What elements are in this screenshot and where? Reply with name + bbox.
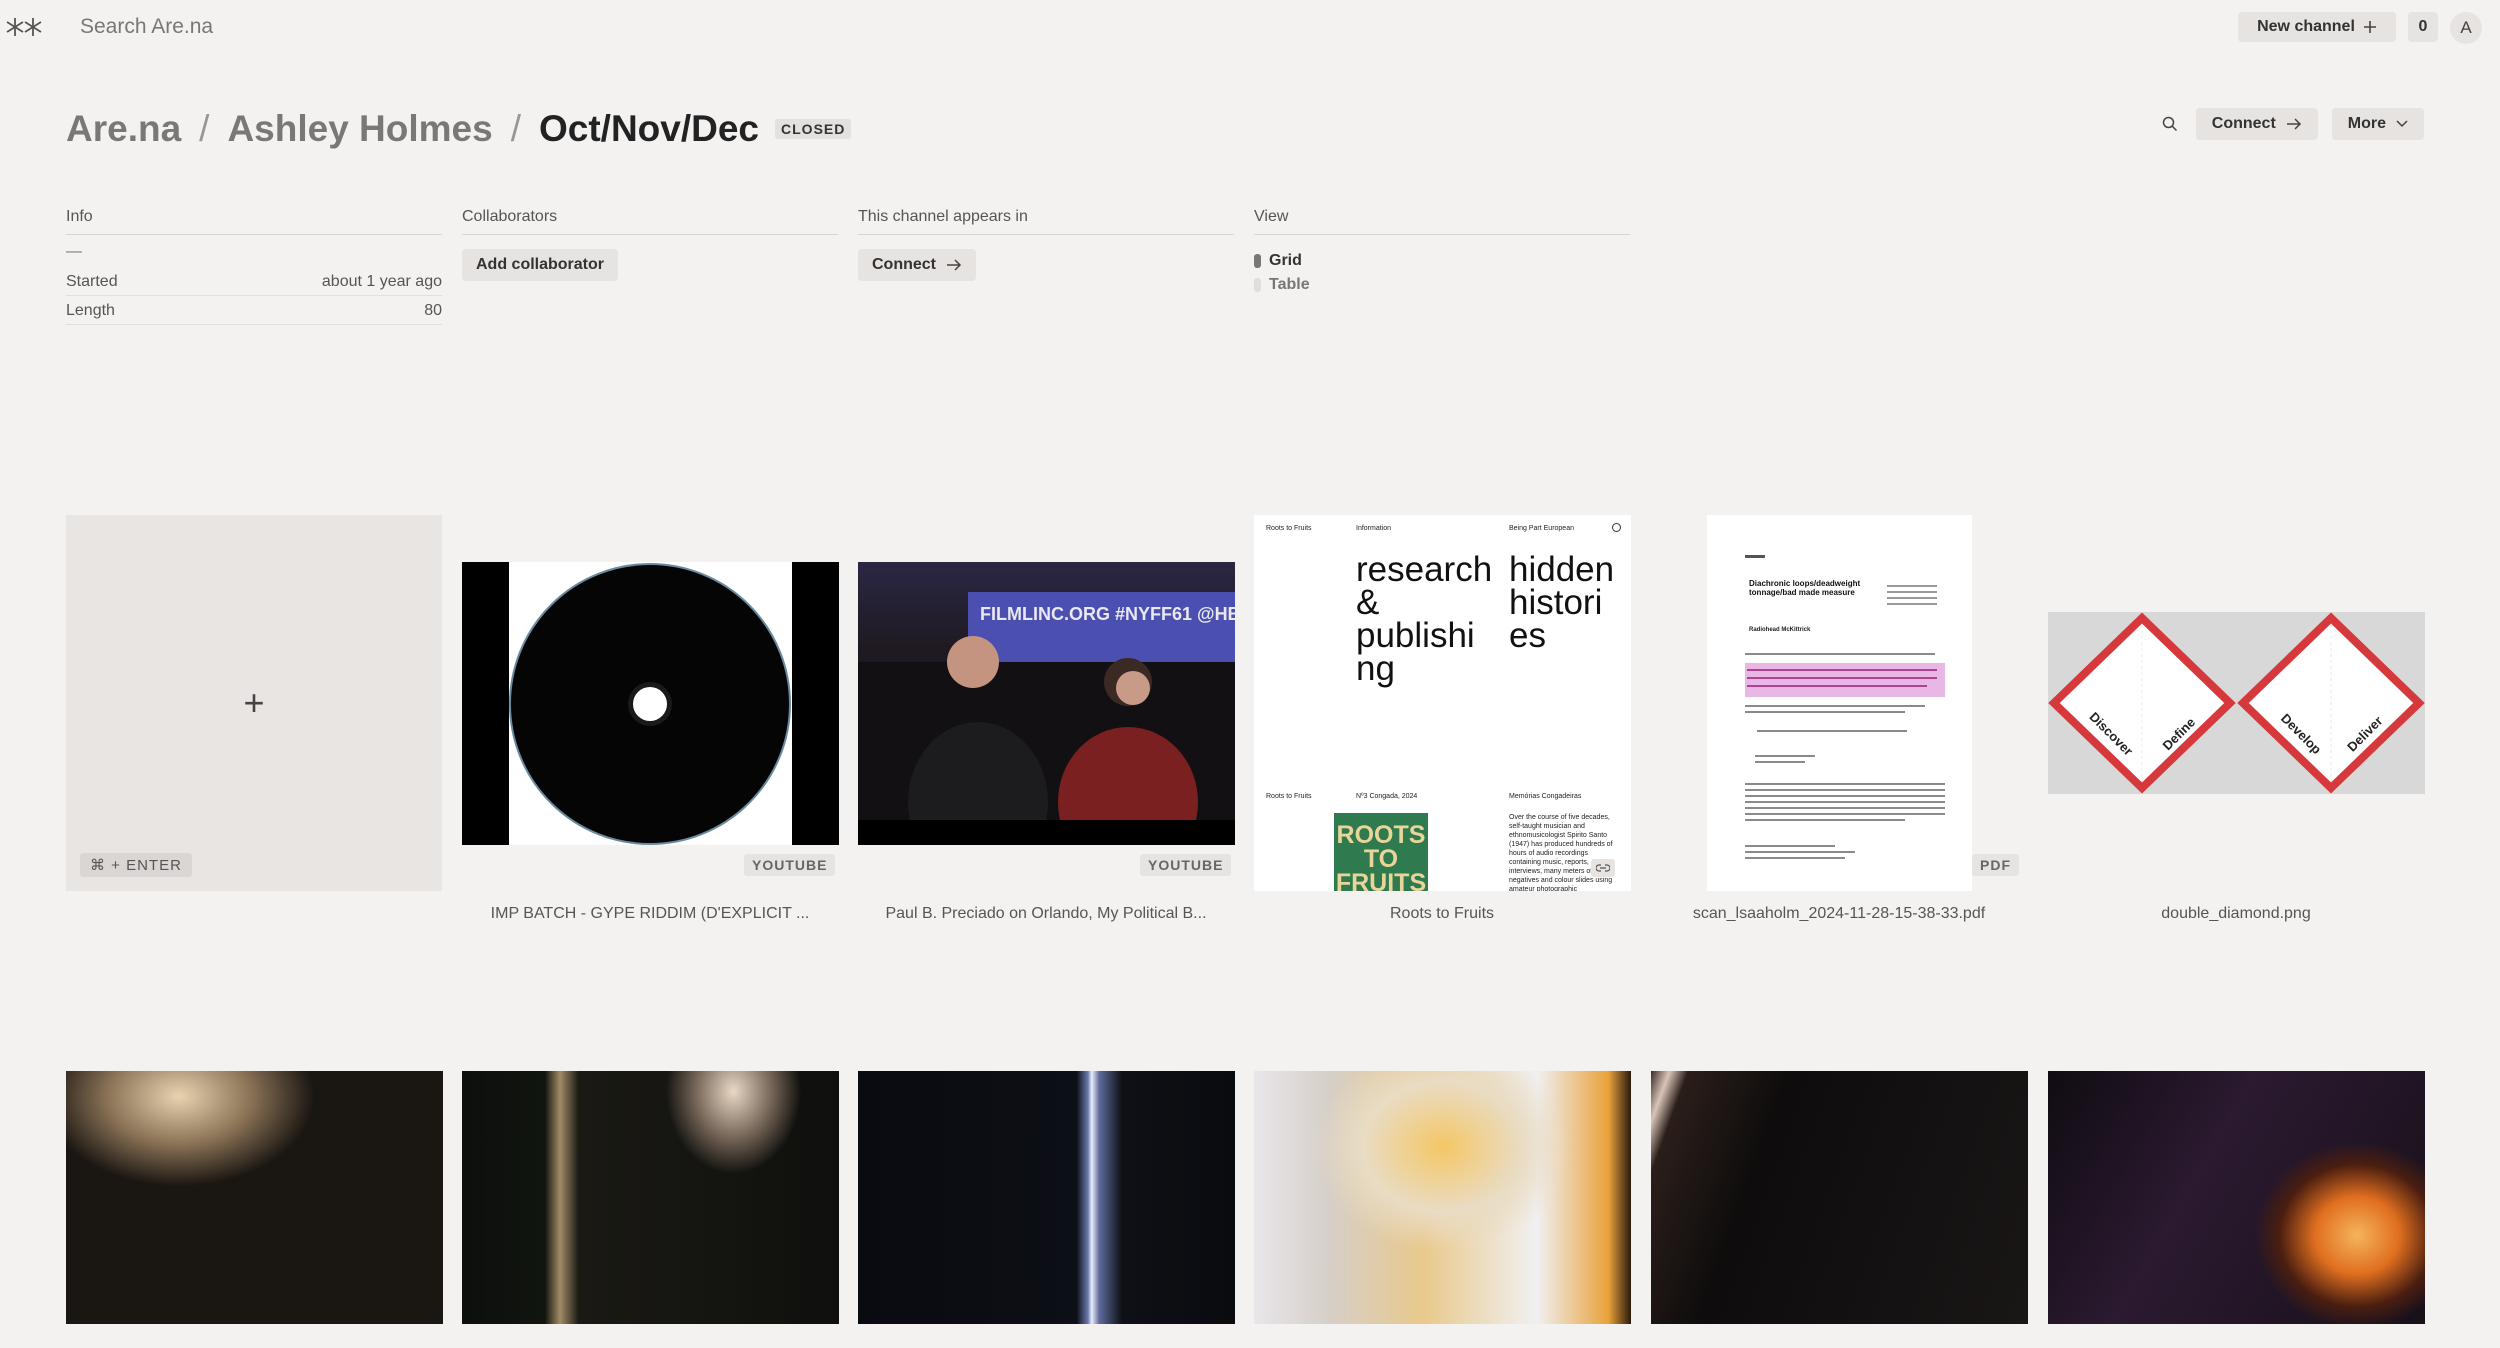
page-footer-mid: Nº3 Congada, 2024 <box>1356 793 1418 800</box>
block-title[interactable]: IMP BATCH - GYPE RIDDIM (D'EXPLICIT ... <box>462 905 838 923</box>
unselected-indicator <box>1254 278 1261 292</box>
block-thumbnail-pdf[interactable]: Diachronic loops/deadweight tonnage/bad … <box>1707 515 1972 891</box>
length-value: 80 <box>424 302 442 319</box>
youtube-badge: YOUTUBE <box>1140 854 1232 876</box>
pdf-author: Radiohead McKittrick <box>1749 627 1811 633</box>
arena-logo-icon[interactable] <box>6 14 42 40</box>
page-footer-left: Roots to Fruits <box>1266 793 1312 800</box>
view-heading: View <box>1254 208 1630 235</box>
block-thumbnail-image[interactable] <box>1254 1071 1631 1324</box>
collaborators-section: Collaborators Add collaborator <box>462 208 838 281</box>
more-label: More <box>2347 115 2386 132</box>
plus-icon: + <box>243 682 265 723</box>
block-thumbnail-youtube[interactable] <box>462 562 839 845</box>
arrow-right-icon <box>947 259 962 271</box>
pdf-badge: PDF <box>1972 854 2019 876</box>
page-title: Oct/Nov/Dec <box>539 108 760 149</box>
connect-label: Connect <box>2211 115 2276 132</box>
started-label: Started <box>66 273 118 290</box>
info-section: Info — Started about 1 year ago Length 8… <box>66 208 442 325</box>
video-still-image: FILMLINC.ORG #NYFF61 @HBO <box>858 592 1235 845</box>
new-channel-button[interactable]: New channel <box>2238 12 2396 42</box>
breadcrumb-root[interactable]: Are.na <box>66 108 181 150</box>
channel-actions: Connect More <box>2158 108 2424 140</box>
avatar[interactable]: A <box>2450 12 2482 44</box>
search-icon <box>2162 116 2177 132</box>
new-channel-label: New channel <box>2257 18 2355 35</box>
arrow-right-icon <box>2286 118 2301 130</box>
page-title-b: hidden histori es <box>1509 550 1615 655</box>
appears-in-section: This channel appears in Connect <box>858 208 1234 281</box>
breadcrumb-owner[interactable]: Ashley Holmes <box>227 108 492 150</box>
breadcrumb-separator: / <box>199 108 210 149</box>
banner-text: FILMLINC.ORG #NYFF61 @HBO <box>980 604 1235 624</box>
length-label: Length <box>66 302 115 319</box>
pdf-scan-image <box>1745 555 1945 859</box>
breadcrumb-separator: / <box>510 108 521 149</box>
chevron-down-icon <box>2396 120 2408 128</box>
connect-button[interactable]: Connect <box>2195 108 2318 140</box>
more-button[interactable]: More <box>2331 108 2424 140</box>
appears-in-connect-label: Connect <box>872 256 936 273</box>
block-title[interactable]: scan_lsaaholm_2024-11-28-15-38-33.pdf <box>1651 905 2027 923</box>
keyboard-shortcut-hint: ⌘ + ENTER <box>80 853 192 877</box>
page-body-text: Over the course of five decades, self-ta… <box>1509 814 1613 891</box>
collaborators-heading: Collaborators <box>462 208 838 235</box>
avatar-initial: A <box>2460 18 2472 37</box>
add-collaborator-button[interactable]: Add collaborator <box>462 249 619 281</box>
top-bar: New channel 0 A <box>0 0 2500 54</box>
page-footer-right: Memórias Congadeiras <box>1509 793 1582 800</box>
started-row: Started about 1 year ago <box>66 267 442 296</box>
block-title[interactable]: Roots to Fruits <box>1254 905 1630 923</box>
block-thumbnail-image[interactable] <box>2048 1071 2425 1324</box>
block-title[interactable]: Paul B. Preciado on Orlando, My Politica… <box>858 905 1234 923</box>
appears-in-heading: This channel appears in <box>858 208 1234 235</box>
channel-description: — <box>66 243 82 260</box>
info-heading: Info <box>66 208 442 235</box>
view-option-label: Grid <box>1269 252 1302 269</box>
block-thumbnail-image[interactable]: Discover Define Develop Deliver <box>2048 612 2425 794</box>
selected-indicator <box>1254 254 1261 268</box>
breadcrumb: Are.na / Ashley Holmes / Oct/Nov/Dec CLO… <box>66 108 852 150</box>
notification-count-button[interactable]: 0 <box>2408 12 2438 42</box>
notification-count: 0 <box>2418 18 2428 35</box>
block-thumbnail-link[interactable]: Roots to Fruits Information Being Part E… <box>1254 515 1631 891</box>
block-thumbnail-image[interactable] <box>1651 1071 2028 1324</box>
book-cover: ROOTS TO FRUITS <box>1334 813 1428 891</box>
block-thumbnail-image[interactable] <box>858 1071 1235 1324</box>
appears-in-connect-button[interactable]: Connect <box>858 249 976 281</box>
started-value: about 1 year ago <box>321 273 442 290</box>
cd-disc-image <box>509 562 792 845</box>
view-section: View Grid Table <box>1254 208 1630 297</box>
youtube-badge: YOUTUBE <box>744 854 836 876</box>
status-badge: CLOSED <box>775 119 852 139</box>
add-block-tile[interactable]: + ⌘ + ENTER <box>66 515 442 891</box>
plus-icon <box>2363 21 2376 33</box>
pdf-heading: Diachronic loops/deadweight tonnage/bad … <box>1749 579 1861 597</box>
link-icon <box>1591 859 1615 877</box>
page-header-mid: Information <box>1356 525 1392 532</box>
block-title[interactable]: double_diamond.png <box>2048 905 2424 923</box>
view-option-grid[interactable]: Grid <box>1254 249 1630 273</box>
search-channel-button[interactable] <box>2158 112 2182 136</box>
view-option-table[interactable]: Table <box>1254 273 1630 297</box>
length-row: Length 80 <box>66 296 442 325</box>
block-thumbnail-image[interactable] <box>462 1071 839 1324</box>
globe-icon <box>1612 523 1621 532</box>
page-title-a: research & publishi ng <box>1356 550 1493 688</box>
page-header-left: Roots to Fruits <box>1266 525 1312 532</box>
block-thumbnail-youtube[interactable]: FILMLINC.ORG #NYFF61 @HBO <box>858 562 1235 845</box>
view-option-label: Table <box>1269 276 1310 293</box>
block-thumbnail-image[interactable] <box>66 1071 443 1324</box>
double-diamond-diagram: Discover Define Develop Deliver <box>2048 612 2425 794</box>
page-header-right: Being Part European <box>1509 525 1574 532</box>
search-input[interactable] <box>80 12 680 42</box>
